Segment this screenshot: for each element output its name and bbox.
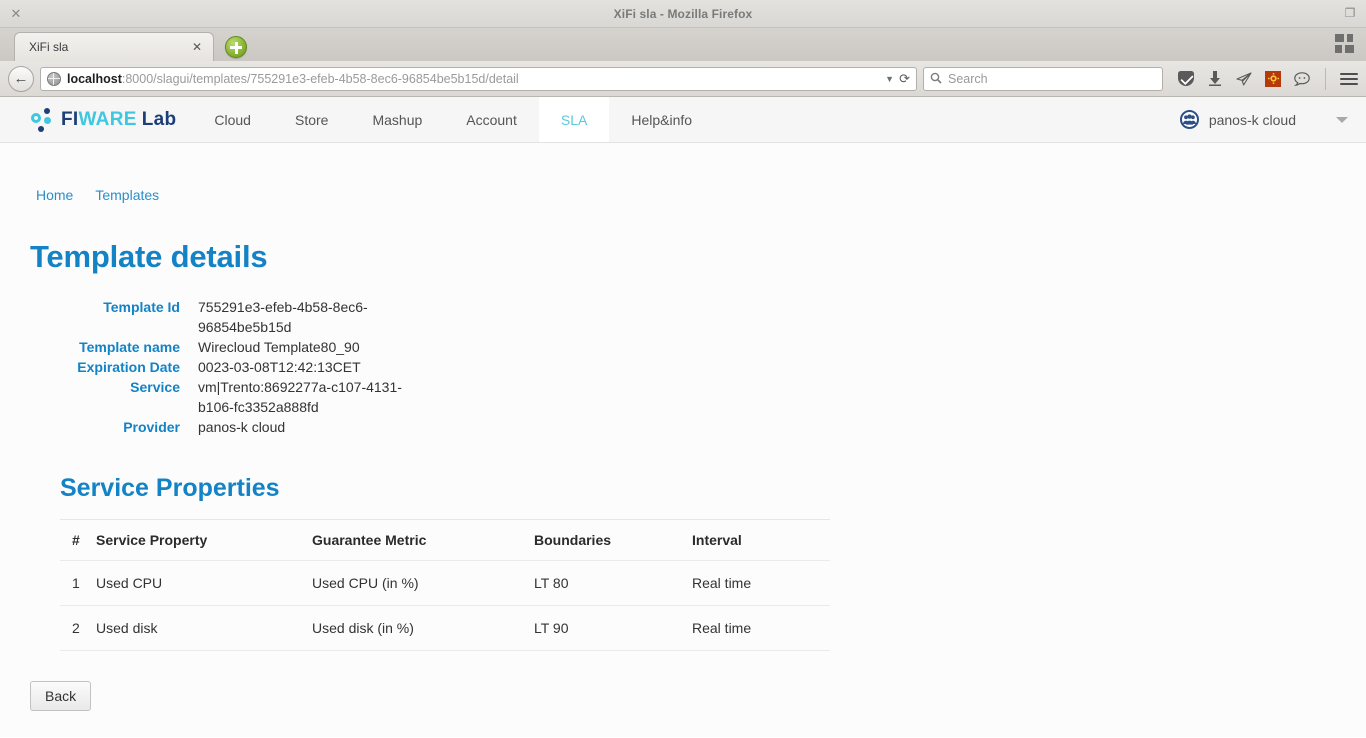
toolbar-divider (1325, 67, 1326, 90)
browser-navigation-toolbar: ← localhost:8000/slagui/templates/755291… (0, 61, 1366, 97)
brand-lab: Lab (141, 108, 177, 130)
cell-boundaries: LT 80 (534, 560, 692, 606)
detail-label-template-name: Template name (79, 339, 180, 355)
cell-index: 1 (60, 560, 96, 606)
user-name: panos-k cloud (1208, 111, 1296, 128)
tab-close-icon[interactable]: ✕ (189, 39, 205, 55)
detail-label-expiration-date: Expiration Date (77, 359, 180, 375)
breadcrumb-item-home[interactable]: Home (31, 187, 78, 203)
detail-value-template-id: 755291e3-efeb-4b58-8ec6-96854be5b15d (198, 299, 368, 335)
breadcrumb: Home Templates (0, 143, 1366, 203)
table-header-service-property: Service Property (96, 520, 312, 561)
cell-guarantee-metric: Used disk (in %) (312, 605, 534, 651)
menu-icon[interactable] (1340, 70, 1358, 88)
service-properties-table: # Service Property Guarantee Metric Boun… (60, 520, 830, 651)
url-text: localhost:8000/slagui/templates/755291e3… (67, 72, 880, 86)
browser-toolbar-icons (1169, 67, 1358, 90)
cell-service-property: Used disk (96, 605, 312, 651)
fiware-lab-logo[interactable]: FIWARE Lab (0, 97, 192, 142)
cell-service-property: Used CPU (96, 560, 312, 606)
addon-orange-icon[interactable] (1264, 70, 1282, 88)
table-header-row: # Service Property Guarantee Metric Boun… (60, 520, 830, 561)
detail-value-expiration-date: 0023-03-08T12:42:13CET (198, 359, 361, 375)
detail-value-template-name: Wirecloud Template80_90 (198, 339, 360, 355)
url-dropdown-icon[interactable]: ▼ (880, 74, 899, 84)
nav-item-store[interactable]: Store (273, 97, 350, 142)
window-titlebar: ✕ XiFi sla - Mozilla Firefox ❐ (0, 0, 1366, 28)
nav-item-mashup[interactable]: Mashup (350, 97, 444, 142)
back-button-icon[interactable]: ← (8, 65, 34, 92)
fiware-lab-navbar: FIWARE Lab Cloud Store Mashup Account SLA… (0, 97, 1366, 143)
new-tab-button[interactable] (225, 36, 247, 58)
brand-ware: WARE (78, 108, 137, 130)
detail-value-provider: panos-k cloud (198, 419, 286, 435)
table-row: 2 Used disk Used disk (in %) LT 90 Real … (60, 605, 830, 651)
breadcrumb-item-templates[interactable]: Templates (90, 187, 164, 203)
window-title: XiFi sla - Mozilla Firefox (613, 6, 753, 21)
brand-fi: FI (61, 108, 79, 130)
nav-item-cloud[interactable]: Cloud (192, 97, 273, 142)
window-close-icon[interactable]: ✕ (8, 5, 24, 21)
page-title: Template details (30, 239, 268, 274)
fiware-dots-icon (30, 107, 56, 133)
table-header-interval: Interval (692, 520, 830, 561)
cell-guarantee-metric: Used CPU (in %) (312, 560, 534, 606)
pocket-icon[interactable] (1177, 70, 1195, 88)
navbar-items: Cloud Store Mashup Account SLA Help&info (192, 97, 714, 142)
url-bar[interactable]: localhost:8000/slagui/templates/755291e3… (40, 66, 917, 91)
tab-overview-grid-icon[interactable] (1334, 33, 1356, 55)
cell-interval: Real time (692, 560, 830, 606)
browser-tab-xifi-sla[interactable]: XiFi sla ✕ (14, 32, 214, 61)
detail-label-template-id: Template Id (103, 299, 180, 315)
cell-boundaries: LT 90 (534, 605, 692, 651)
download-icon[interactable] (1206, 70, 1224, 88)
table-header-boundaries: Boundaries (534, 520, 692, 561)
search-icon (930, 72, 942, 86)
detail-label-provider: Provider (123, 419, 180, 435)
section-title-service-properties: Service Properties (60, 474, 280, 502)
url-path: :8000/slagui/templates/755291e3-efeb-4b5… (121, 71, 519, 86)
detail-value-service: vm|Trento:8692277a-c107-4131-b106-fc3352… (198, 379, 402, 415)
tab-label: XiFi sla (29, 40, 69, 54)
user-menu[interactable]: panos-k cloud (1179, 97, 1366, 142)
nav-item-sla[interactable]: SLA (538, 97, 610, 142)
browser-search-bar[interactable]: Search (923, 66, 1163, 91)
avatar (1179, 110, 1199, 129)
detail-label-service: Service (130, 379, 180, 395)
chat-icon[interactable] (1293, 70, 1311, 88)
send-tab-icon[interactable] (1235, 70, 1253, 88)
site-globe-icon (47, 71, 61, 86)
nav-item-account[interactable]: Account (444, 97, 539, 142)
cell-interval: Real time (692, 605, 830, 651)
browser-tabstrip: XiFi sla ✕ (0, 28, 1366, 61)
reload-icon[interactable]: ⟳ (899, 72, 912, 85)
brand-wordmark: FIWARE Lab (61, 109, 176, 131)
page-content: Home Templates Template details Template… (0, 143, 1366, 737)
cell-index: 2 (60, 605, 96, 651)
url-host: localhost (67, 71, 122, 86)
nav-item-help-info[interactable]: Help&info (609, 97, 714, 142)
template-details-list: Template Id 755291e3-efeb-4b58-8ec6-9685… (0, 297, 1366, 437)
back-button[interactable]: Back (30, 681, 92, 711)
window-restore-icon[interactable]: ❐ (1342, 5, 1358, 21)
table-header-index: # (60, 520, 96, 561)
search-placeholder: Search (948, 71, 988, 86)
table-row: 1 Used CPU Used CPU (in %) LT 80 Real ti… (60, 560, 830, 606)
table-header-guarantee-metric: Guarantee Metric (312, 520, 534, 561)
chevron-down-icon[interactable] (1336, 116, 1348, 123)
